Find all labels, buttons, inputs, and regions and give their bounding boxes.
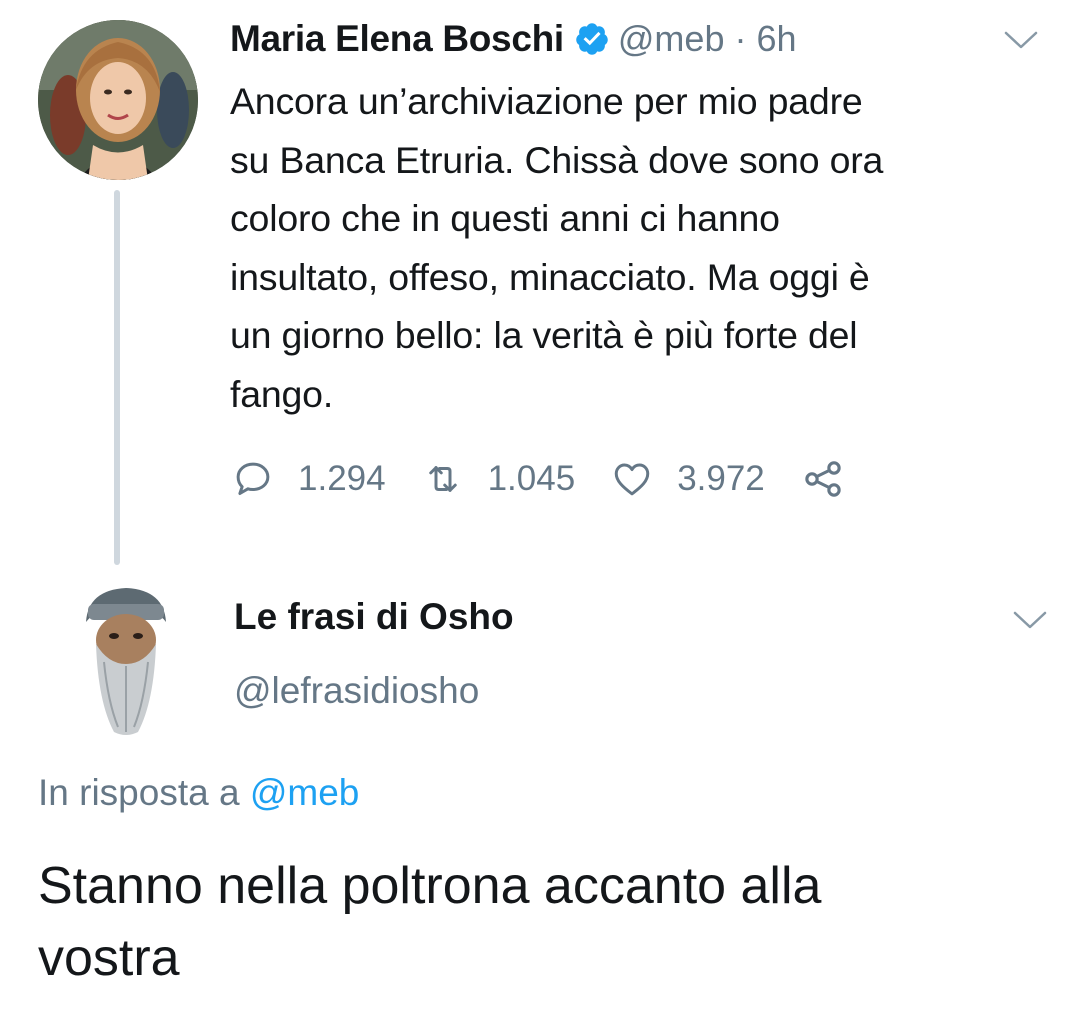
reply-count: 1.294 [298,459,386,498]
tweet-text-line: coloro che in questi anni ci hanno [230,197,780,239]
chevron-down-icon[interactable] [1013,610,1047,630]
retweet-count: 1.045 [487,459,576,498]
verified-badge-icon [574,21,610,57]
like-count: 3.972 [677,459,765,498]
avatar-photo [38,20,198,180]
reply-text-line: Stanno nella poltrona accanto alla [38,857,822,915]
tweet-text-line: fango. [230,372,334,415]
tweet-text-line: insultato, offeso, minacciato. Ma oggi è [230,255,870,298]
tweet-time[interactable]: 6h [756,18,796,60]
retweet-icon [422,458,464,500]
like-button[interactable]: 3.972 [611,458,765,500]
tweet-text-line: su Banca Etruria. Chissà dove sono ora [230,138,884,181]
tweet-text-line: un giorno bello: la verità è più forte d… [230,314,858,356]
avatar-photo [78,582,174,738]
author-name[interactable]: Maria Elena Boschi [230,18,564,60]
comment-icon [232,458,274,500]
reply-text-line: vostra [38,929,180,987]
share-icon[interactable] [801,457,845,501]
tweet-text-line: Ancora un’archiviazione per mio padre [230,80,863,122]
tweet-text: Ancora un’archiviazione per mio padre su… [230,72,1040,423]
tweet-actions-bar: 1.294 1.045 3.972 [232,450,845,508]
reply-author-name[interactable]: Le frasi di Osho [234,596,514,638]
avatar-le-frasi-di-osho[interactable] [78,582,174,738]
reply-author-handle[interactable]: @lefrasidiosho [234,670,479,712]
in-reply-to-label: In risposta a [38,772,240,813]
reply-text: Stanno nella poltrona accanto alla vostr… [38,850,1058,994]
retweet-button[interactable]: 1.045 [422,458,576,500]
mention-link[interactable]: @meb [250,772,360,813]
thread-connector-line [114,190,120,565]
avatar-maria-elena-boschi[interactable] [38,20,198,180]
tweet-header: Maria Elena Boschi @meb · 6h [230,14,797,64]
heart-icon [611,458,653,500]
reply-button[interactable]: 1.294 [232,458,386,500]
chevron-down-icon[interactable] [1004,30,1038,50]
meta-separator: · [734,18,747,59]
author-handle[interactable]: @meb [618,18,725,60]
in-reply-to: In risposta a @meb [38,772,359,814]
